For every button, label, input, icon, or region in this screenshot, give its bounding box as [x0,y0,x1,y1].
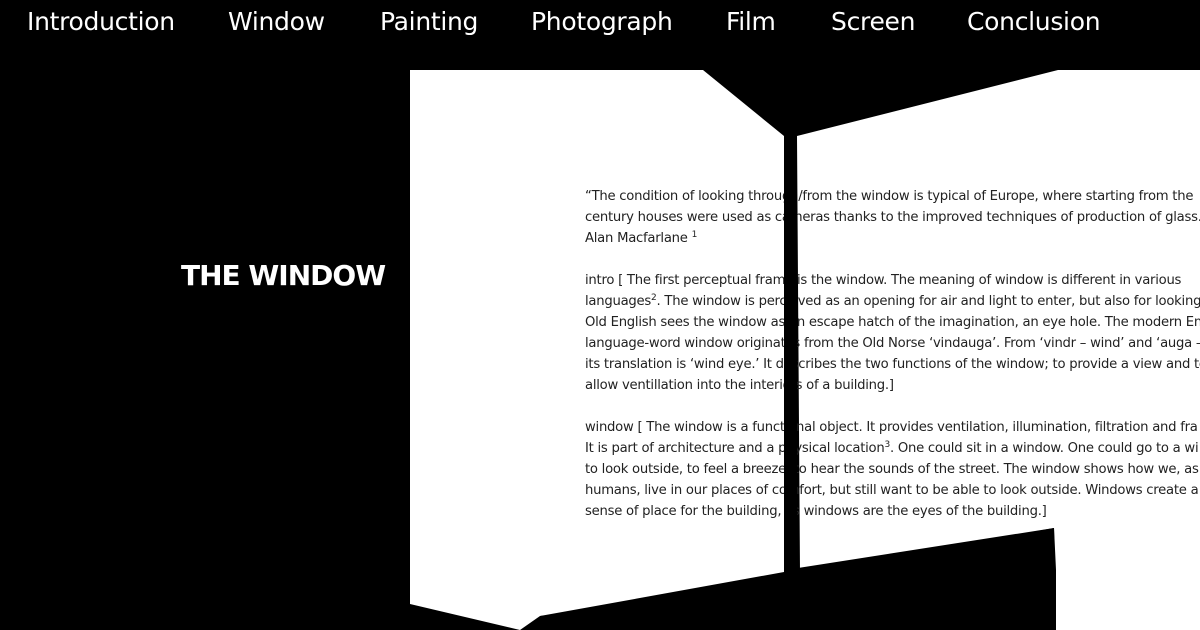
window-frame-divider [784,136,797,630]
intro-line: its translation is ‘wind eye.’ It descri… [585,357,1200,372]
quote-line: century houses were used as cameras than… [585,210,1200,225]
article-text: “The condition of looking through/from t… [585,186,1200,522]
intro-text: . The window is perceived as an opening … [656,294,1200,309]
quote-attribution: Alan Macfarlane 1 [585,228,1200,249]
window-line: humans, live in our places of comfort, b… [585,483,1199,498]
intro-line: Old English sees the window as an escape… [585,315,1200,330]
quote-author: Alan Macfarlane [585,231,688,246]
window-line: It is part of architecture and a physica… [585,438,1200,459]
intro-line: language-word window originates from the… [585,336,1200,351]
intro-text: languages [585,294,652,309]
quote-line: “The condition of looking through/from t… [585,189,1194,204]
intro-line: intro [ The first perceptual frame is th… [585,273,1182,288]
window-line: sense of place for the building, as wind… [585,504,1047,519]
window-line: window [ The window is a functional obje… [585,420,1198,435]
intro-line: allow ventillation into the interiors of… [585,378,894,393]
window-line: to look outside, to feel a breeze, to he… [585,462,1199,477]
window-text: . One could sit in a window. One could g… [889,441,1199,456]
window-text: It is part of architecture and a physica… [585,441,885,456]
footnote-ref[interactable]: 1 [692,230,698,240]
intro-line: languages2. The window is perceived as a… [585,291,1200,312]
